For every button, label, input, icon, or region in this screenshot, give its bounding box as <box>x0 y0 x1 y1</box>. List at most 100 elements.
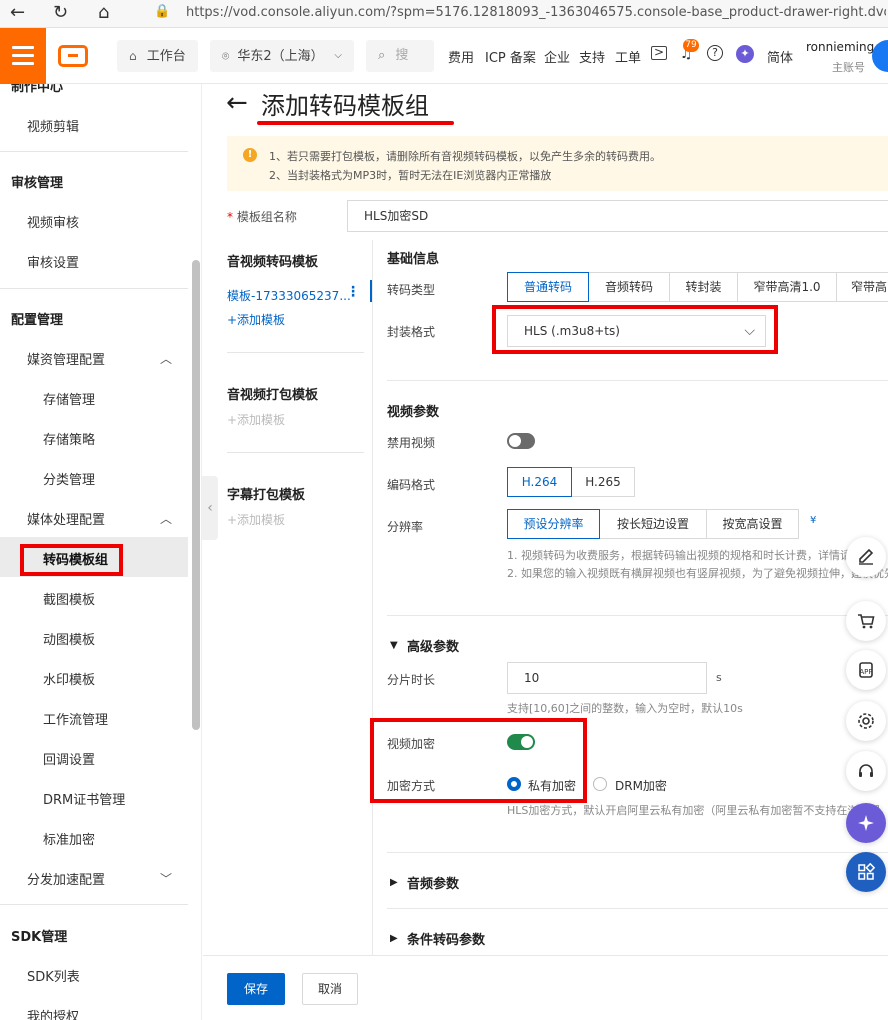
region-label: 华东2（上海） <box>237 49 324 64</box>
sidebar-sub-media-config[interactable]: 媒资管理配置 <box>27 349 105 368</box>
transcode-type-audio[interactable]: 音频转码 <box>588 272 670 302</box>
sidebar-item-transcode-group[interactable]: 转码模板组 <box>43 549 108 568</box>
caret-right-icon[interactable]: ▶ <box>390 933 398 944</box>
sidebar-group-sdk[interactable]: SDK管理 <box>11 926 67 945</box>
reload-icon[interactable]: ↻ <box>53 2 68 24</box>
segment-hint: 支持[10,60]之间的整数，输入为空时，默认10s <box>507 702 743 715</box>
sidebar-item-gif[interactable]: 动图模板 <box>43 629 95 648</box>
sparkle-icon <box>858 815 874 831</box>
subtitle-package-add-link[interactable]: +添加模板 <box>227 511 285 528</box>
av-transcode-template-item[interactable]: 模板-17333065237... <box>227 287 351 304</box>
search-placeholder: 搜 <box>395 48 409 63</box>
resolution-by-size[interactable]: 按宽高设置 <box>706 509 799 539</box>
video-params-title: 视频参数 <box>387 405 440 420</box>
drm-encrypt-label[interactable]: DRM加密 <box>615 777 667 794</box>
home-icon[interactable]: ⌂ <box>98 2 109 24</box>
codec-h264[interactable]: H.264 <box>507 467 572 497</box>
caret-right-icon[interactable]: ▶ <box>390 877 398 888</box>
sidebar-item-video-audit[interactable]: 视频审核 <box>27 212 79 231</box>
transcode-type-remux[interactable]: 转封装 <box>669 272 738 302</box>
av-transcode-add-link[interactable]: +添加模板 <box>227 311 285 328</box>
resolution-by-edge[interactable]: 按长短边设置 <box>599 509 707 539</box>
sidebar-scrollbar[interactable] <box>192 260 200 730</box>
sidebar-item-video-edit[interactable]: 视频剪辑 <box>27 116 79 135</box>
sidebar-item-audit-settings[interactable]: 审核设置 <box>27 252 79 271</box>
terminal-icon[interactable]: > <box>651 46 667 60</box>
sidebar-group-audit[interactable]: 审核管理 <box>11 172 63 191</box>
sidebar-group-config[interactable]: 配置管理 <box>11 309 63 328</box>
help-icon[interactable]: ? <box>707 45 723 61</box>
cart-float-button[interactable] <box>846 601 886 641</box>
notice-banner: ! 1、若只需要打包模板，请删除所有音视频转码模板，以免产生多余的转码费用。 2… <box>227 136 888 191</box>
sidebar-item-storage[interactable]: 存储管理 <box>43 389 95 408</box>
transcode-type-normal[interactable]: 普通转码 <box>507 272 589 302</box>
nav-link-support[interactable]: 支持 <box>579 47 605 66</box>
chevron-up-icon[interactable]: ︿ <box>160 510 172 527</box>
user-name[interactable]: ronnieming <box>806 40 874 54</box>
caret-down-icon[interactable]: ▼ <box>390 640 398 651</box>
resolution-preset[interactable]: 预设分辨率 <box>507 509 600 539</box>
advanced-params-title[interactable]: 高级参数 <box>407 636 459 655</box>
sidebar-item-standard-encrypt[interactable]: 标准加密 <box>43 829 95 848</box>
menu-icon[interactable] <box>0 28 46 84</box>
sidebar-sub-cdn-config[interactable]: 分发加速配置 <box>27 869 105 888</box>
audio-params-title[interactable]: 音频参数 <box>407 873 459 892</box>
more-vertical-icon[interactable]: ⋮ <box>346 284 360 300</box>
sidebar-item-storage-policy[interactable]: 存储策略 <box>43 429 95 448</box>
template-group-name-input[interactable]: HLS加密SD <box>347 200 888 232</box>
workbench-button[interactable]: ⌂ 工作台 <box>117 40 198 72</box>
apps-float-button[interactable] <box>846 852 886 892</box>
chevron-up-icon[interactable]: ︿ <box>160 350 172 367</box>
user-role: 主账号 <box>832 61 865 74</box>
gear-icon <box>858 713 874 729</box>
browser-address-bar: ← ↻ ⌂ 🔒 https://vod.console.aliyun.com/?… <box>0 0 888 28</box>
save-button[interactable]: 保存 <box>227 973 285 1005</box>
support-float-button[interactable] <box>846 751 886 791</box>
basic-info-title: 基础信息 <box>387 252 440 267</box>
region-select[interactable]: ⌾ 华东2（上海） ⌵ <box>210 40 354 72</box>
nav-link-ticket[interactable]: 工单 <box>615 47 641 66</box>
sidebar-item-snapshot[interactable]: 截图模板 <box>43 589 95 608</box>
sidebar-sub-process-config[interactable]: 媒体处理配置 <box>27 509 105 528</box>
segment-duration-input[interactable]: 10 <box>507 662 707 694</box>
back-arrow-icon[interactable]: ← <box>10 2 25 24</box>
edit-float-button[interactable] <box>846 537 886 577</box>
nav-link-enterprise[interactable]: 企业 <box>544 47 570 66</box>
location-pin-icon: ⌾ <box>222 49 230 63</box>
avatar[interactable] <box>872 40 888 72</box>
ai-assistant-icon[interactable]: ✦ <box>736 45 754 63</box>
lock-icon[interactable]: 🔒 <box>154 4 170 19</box>
settings-float-button[interactable] <box>846 701 886 741</box>
transcode-type-nhd[interactable]: 窄带高清1.0 <box>737 272 837 302</box>
sidebar-item-callback[interactable]: 回调设置 <box>43 749 95 768</box>
app-float-button[interactable]: APP <box>846 650 886 690</box>
transcode-type-label: 转码类型 <box>387 283 436 297</box>
sidebar-item-category[interactable]: 分类管理 <box>43 469 95 488</box>
av-package-add-link[interactable]: +添加模板 <box>227 411 285 428</box>
chevron-down-icon[interactable]: ﹀ <box>160 870 172 887</box>
cancel-button[interactable]: 取消 <box>302 973 358 1005</box>
disable-video-toggle[interactable] <box>507 433 535 449</box>
sidebar-group-production[interactable]: 制作中心 <box>11 84 63 95</box>
sidebar-collapse-handle[interactable]: ‹ <box>202 476 218 540</box>
aliyun-logo-icon[interactable] <box>58 45 88 67</box>
nav-link-icp[interactable]: ICP 备案 <box>485 47 536 66</box>
sidebar-item-drm[interactable]: DRM证书管理 <box>43 789 125 808</box>
template-group-name-label-text: 模板组名称 <box>236 210 297 224</box>
transcode-type-nhd2[interactable]: 窄带高 <box>836 272 888 302</box>
search-input[interactable]: ⌕ 搜 <box>366 40 434 72</box>
sidebar-item-watermark[interactable]: 水印模板 <box>43 669 95 688</box>
sidebar-item-sdk-list[interactable]: SDK列表 <box>27 966 80 985</box>
condition-params-title[interactable]: 条件转码参数 <box>407 929 485 948</box>
url-field[interactable]: https://vod.console.aliyun.com/?spm=5176… <box>186 5 886 20</box>
language-switch[interactable]: 简体 <box>767 47 793 66</box>
codec-h265[interactable]: H.265 <box>571 467 635 497</box>
pricing-icon[interactable]: ¥ <box>810 515 816 526</box>
sidebar-item-my-auth[interactable]: 我的授权 <box>27 1006 79 1020</box>
radio-drm-encrypt[interactable] <box>593 777 607 791</box>
ai-float-button[interactable] <box>846 803 886 843</box>
required-mark: * <box>227 210 233 224</box>
nav-link-billing[interactable]: 费用 <box>448 47 474 66</box>
sidebar-item-workflow[interactable]: 工作流管理 <box>43 709 108 728</box>
back-arrow-icon[interactable]: ← <box>226 88 248 118</box>
